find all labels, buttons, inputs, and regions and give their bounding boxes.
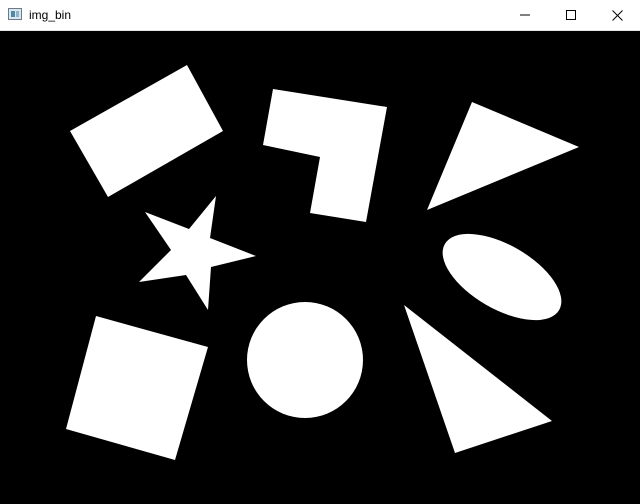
minimize-icon — [520, 14, 530, 16]
image-canvas — [0, 31, 640, 504]
minimize-button[interactable] — [502, 0, 548, 30]
rotated-square — [66, 316, 208, 460]
l-shape — [263, 89, 387, 222]
triangle-bottom-right — [404, 305, 552, 453]
triangle-top-right — [427, 102, 579, 210]
ellipse — [442, 233, 562, 321]
maximize-button[interactable] — [548, 0, 594, 30]
binary-image — [66, 65, 579, 460]
rotated-rectangle — [70, 65, 223, 197]
maximize-icon — [566, 10, 576, 20]
window-title: img_bin — [29, 8, 72, 22]
close-button[interactable] — [594, 0, 640, 30]
star — [139, 196, 256, 310]
app-window: img_bin — [0, 0, 640, 504]
close-icon — [611, 9, 623, 21]
circle — [247, 302, 363, 418]
app-icon — [8, 8, 22, 20]
title-bar[interactable]: img_bin — [0, 0, 640, 31]
